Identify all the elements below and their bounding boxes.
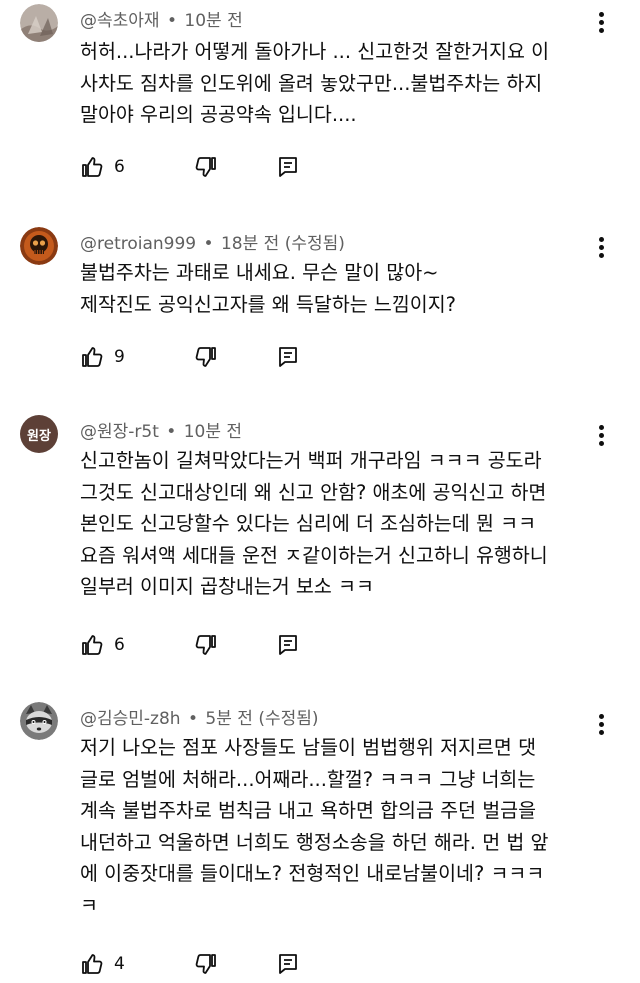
comment-text: 신고한놈이 길쳐막았다는거 백퍼 개구라임 ㅋㅋㅋ 공도라 그것도 신고대상인데… (80, 445, 600, 603)
like-button[interactable]: 4 (80, 952, 154, 976)
comment-text-line: ㅋ (80, 893, 98, 917)
avatar[interactable]: 원장 (20, 415, 58, 453)
comment-text-line: 계속 불법주차로 범칙금 내고 욕하면 합의금 주던 벌금을 (80, 799, 537, 822)
like-count: 9 (114, 347, 125, 367)
reply-button[interactable] (276, 952, 300, 976)
comment-time[interactable]: 5분 전 (205, 709, 253, 729)
comment-text-line: 내던하고 억울하면 너희도 행정소송을 하던 해라. 먼 법 앞 (80, 830, 549, 854)
author-name[interactable]: @속초아재 (80, 11, 160, 31)
author-name[interactable]: @원장-r5t (80, 422, 159, 442)
separator-dot: • (187, 709, 199, 729)
comment-time[interactable]: 18분 전 (221, 234, 279, 254)
comment-meta: @원장-r5t • 10분 전 (80, 417, 242, 442)
comment-text: 불법주차는 과태로 내세요. 무슨 말이 많아~ 제작진도 공익신고자를 왜 득… (80, 257, 600, 320)
comment-text-line: 말아야 우리의 공공약속 입니다.... (80, 103, 357, 126)
thumbs-up-icon (82, 954, 103, 974)
more-vert-icon-dot (599, 433, 604, 438)
like-count: 4 (114, 954, 125, 974)
like-button[interactable]: 9 (80, 345, 154, 369)
dislike-button[interactable] (194, 345, 218, 369)
more-vert-icon (599, 12, 604, 17)
comment-text-line: 글로 엄벌에 처해라...어째라...할껄? ㅋㅋㅋ 그냥 너희는 (80, 767, 536, 791)
thumbs-up-icon (82, 157, 103, 177)
comment-text-line: 그것도 신고대상인데 왜 신고 안함? 애초에 공익신고 하면 (80, 480, 547, 504)
photo-avatar-icon (20, 4, 58, 42)
comment-text-line: 사차도 짐차를 인도위에 올려 놓았구만...불법주차는 하지 (80, 71, 543, 95)
comment-actions: 4 (80, 949, 300, 979)
like-button[interactable]: 6 (80, 155, 154, 179)
reply-icon (279, 954, 297, 974)
thumbs-up-icon (82, 635, 103, 655)
comment: 원장 @원장-r5t • 10분 전 신고한놈이 길쳐막았다는거 백퍼 개구라임… (0, 413, 640, 673)
raccoon-avatar-icon (20, 702, 58, 740)
reply-button[interactable] (276, 633, 300, 657)
avatar-initials: 원장 (27, 428, 51, 444)
thumbs-down-icon (195, 157, 216, 177)
avatar[interactable] (20, 4, 58, 42)
comment-time[interactable]: 10분 전 (184, 11, 242, 31)
more-vert-icon (599, 425, 604, 430)
comment: @김승민-z8h • 5분 전 (수정됨) 저기 나오는 점포 사장들도 남들이… (0, 700, 640, 983)
more-vert-icon-dot (599, 28, 604, 33)
comment-meta: @retroian999 • 18분 전 (수정됨) (80, 229, 345, 254)
comment-time[interactable]: 10분 전 (184, 422, 242, 442)
more-vert-icon (599, 237, 604, 242)
skull-avatar-icon (20, 227, 58, 265)
thumbs-up-icon (82, 347, 103, 367)
avatar[interactable] (20, 227, 58, 265)
dislike-button[interactable] (194, 155, 218, 179)
like-count: 6 (114, 635, 125, 655)
like-button[interactable]: 6 (80, 633, 154, 657)
reply-button[interactable] (276, 345, 300, 369)
comment-actions: 6 (80, 152, 300, 182)
comment-actions: 6 (80, 630, 300, 660)
reply-icon (279, 347, 297, 367)
more-vert-icon-dot (599, 20, 604, 25)
comment: @retroian999 • 18분 전 (수정됨) 불법주차는 과태로 내세요… (0, 225, 640, 385)
author-name[interactable]: @김승민-z8h (80, 709, 181, 729)
more-options-button[interactable] (594, 10, 610, 36)
more-vert-icon-dot (599, 722, 604, 727)
comment: @속초아재 • 10분 전 허허...나라가 어떻게 돌아가나 ... 신고한것… (0, 0, 640, 200)
author-name[interactable]: @retroian999 (80, 234, 196, 254)
separator-dot: • (166, 422, 177, 442)
like-count: 6 (114, 157, 125, 177)
edited-label: (수정됨) (284, 234, 345, 254)
reply-button[interactable] (276, 155, 300, 179)
comment-text: 저기 나오는 점포 사장들도 남들이 범법행위 저지르면 댓 글로 엄벌에 처해… (80, 732, 600, 921)
reply-icon (279, 635, 297, 655)
comment-text-line: 저기 나오는 점포 사장들도 남들이 범법행위 저지르면 댓 (80, 736, 537, 759)
dislike-button[interactable] (194, 633, 218, 657)
comment-text-line: 불법주차는 과태로 내세요. 무슨 말이 많아~ (80, 261, 439, 284)
thumbs-down-icon (195, 347, 216, 367)
dislike-button[interactable] (194, 952, 218, 976)
edited-label: (수정됨) (258, 709, 319, 729)
thumbs-down-icon (195, 635, 216, 655)
avatar[interactable] (20, 702, 58, 740)
comment-text-line: 일부러 이미지 곱창내는거 보소 ㅋㅋ (80, 575, 374, 598)
comment-text-line: 요즘 워셔액 세대들 운전 ㅈ같이하는거 신고하니 유행하니 (80, 543, 548, 567)
comment-actions: 9 (80, 342, 300, 372)
separator-dot: • (203, 234, 214, 254)
comment-text-line: 에 이중잣대를 들이대노? 전형적인 내로남불이네? ㅋㅋㅋ (80, 862, 545, 885)
comment-meta: @속초아재 • 10분 전 (80, 6, 243, 31)
comment-text: 허허...나라가 어떻게 돌아가나 ... 신고한것 잘한거지요 이 사차도 짐… (80, 36, 600, 131)
more-vert-icon (599, 714, 604, 719)
comment-text-line: 본인도 신고당할수 있다는 심리에 더 조심하는데 뭔 ㅋㅋ (80, 512, 537, 535)
comment-text-line: 제작진도 공익신고자를 왜 득달하는 느낌이지? (80, 292, 457, 316)
comment-meta: @김승민-z8h • 5분 전 (수정됨) (80, 704, 319, 729)
separator-dot: • (166, 11, 177, 31)
reply-icon (279, 157, 297, 177)
comment-text-line: 허허...나라가 어떻게 돌아가나 ... 신고한것 잘한거지요 이 (80, 40, 550, 63)
comment-text-line: 신고한놈이 길쳐막았다는거 백퍼 개구라임 ㅋㅋㅋ 공도라 (80, 449, 542, 472)
more-vert-icon-dot (599, 245, 604, 250)
thumbs-down-icon (195, 954, 216, 974)
